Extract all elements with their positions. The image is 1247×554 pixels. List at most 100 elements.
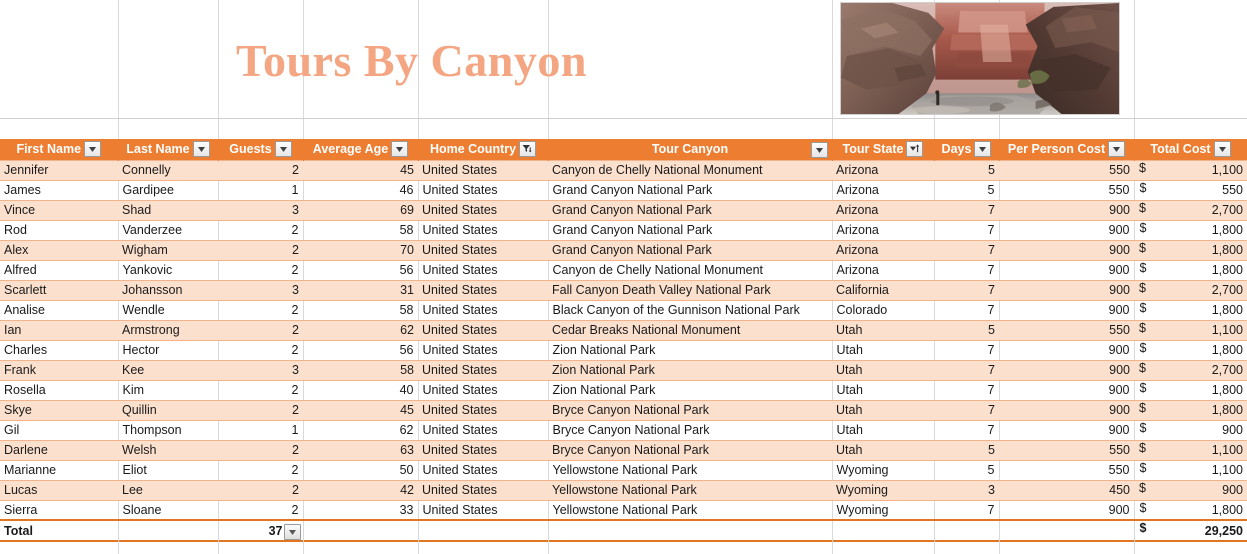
amount-value: 1,800 (1211, 383, 1243, 397)
cell-home-country: United States (418, 319, 548, 341)
cell-last-name: Vanderzee (118, 219, 219, 241)
cell-tour-canyon: Black Canyon of the Gunnison National Pa… (548, 299, 833, 321)
cell-per-person-cost: 450 (999, 479, 1134, 501)
table-row: Marianne Eliot 2 50 United States Yellowstone… (0, 459, 1247, 481)
cell-home-country: United States (418, 279, 548, 301)
column-header-home-country[interactable]: Home Country (418, 139, 549, 160)
total-row: Total 37 $ 29,250 (0, 519, 1247, 542)
cell-guests: 2 (218, 379, 304, 401)
table-row: Alex Wigham 2 70 United States Grand Canyon N… (0, 239, 1247, 261)
gridline-vertical (934, 540, 935, 554)
column-header-last-name[interactable]: Last Name (118, 139, 219, 160)
cell-tour-canyon: Grand Canyon National Park (548, 179, 833, 201)
cell-first-name: James (0, 179, 119, 201)
column-header-label: First Name (16, 142, 82, 157)
filter-dropdown-icon[interactable] (391, 141, 409, 158)
cell-first-name: Rod (0, 219, 119, 241)
column-header-label: Last Name (126, 142, 190, 157)
table-row: Rod Vanderzee 2 58 United States Grand Canyon… (0, 219, 1247, 241)
filter-active-icon[interactable] (519, 141, 537, 158)
filter-dropdown-icon[interactable] (274, 141, 292, 158)
column-header-per-person-cost[interactable]: Per Person Cost (999, 139, 1135, 160)
cell-tour-canyon: Grand Canyon National Park (548, 219, 833, 241)
cell-average-age: 70 (303, 239, 418, 261)
cell-last-name: Wendle (118, 299, 219, 321)
cell-last-name: Shad (118, 199, 218, 221)
cell-first-name: Marianne (0, 459, 119, 481)
gridline-vertical (548, 540, 549, 554)
cell-tour-canyon: Fall Canyon Death Valley National Park (548, 279, 832, 301)
cell-guests: 3 (218, 199, 303, 221)
cell-guests: 2 (218, 499, 304, 521)
cell-home-country: United States (418, 399, 548, 421)
cell-home-country: United States (418, 179, 549, 201)
cell-per-person-cost: 550 (999, 179, 1135, 201)
filter-dropdown-icon[interactable] (810, 142, 828, 158)
gridline-vertical (999, 119, 1000, 140)
cell-tour-canyon: Zion National Park (548, 339, 833, 361)
cell-tour-canyon: Cedar Breaks National Monument (548, 319, 832, 341)
table-row: Alfred Yankovic 2 56 United States Canyon de … (0, 259, 1247, 281)
cell-tour-canyon: Yellowstone National Park (548, 459, 833, 481)
amount-value: 1,800 (1211, 403, 1243, 417)
cell-last-name: Quillin (118, 399, 218, 421)
cell-last-name: Johansson (118, 279, 218, 301)
currency-symbol: $ (1139, 280, 1146, 295)
amount-value: 2,700 (1211, 363, 1243, 377)
gridline-vertical (118, 119, 119, 140)
table-row: Charles Hector 2 56 United States Zion Nation… (0, 339, 1247, 361)
cell-total-cost: $1,100 (1134, 459, 1247, 481)
cell-guests: 3 (218, 359, 303, 381)
table-row: Ian Armstrong 2 62 United States Cedar Breaks… (0, 319, 1247, 341)
cell-total-cost: $1,800 (1134, 239, 1247, 261)
filter-dropdown-icon[interactable] (84, 141, 102, 158)
cell-first-name: Vince (0, 199, 118, 221)
filter-dropdown-icon[interactable] (1213, 141, 1231, 158)
column-header-label: Per Person Cost (1007, 142, 1106, 157)
filter-dropdown-icon[interactable] (1108, 141, 1126, 158)
cell-tour-state: Colorado (832, 299, 935, 321)
column-header-total-cost[interactable]: Total Cost (1134, 139, 1247, 160)
cell-days: 5 (934, 319, 999, 341)
cell-average-age: 62 (303, 419, 419, 441)
sort-ascending-icon[interactable] (906, 141, 924, 158)
cell-guests: 2 (218, 239, 303, 261)
cell-tour-canyon: Grand Canyon National Park (548, 239, 832, 261)
gridline-vertical (1134, 119, 1135, 140)
currency-symbol: $ (1139, 160, 1146, 175)
cell-per-person-cost: 900 (999, 259, 1135, 281)
column-header-guests[interactable]: Guests (218, 139, 304, 160)
cell-first-name: Alfred (0, 259, 119, 281)
column-header-average-age[interactable]: Average Age (303, 139, 419, 160)
filter-dropdown-icon[interactable] (192, 141, 210, 158)
cell-last-name: Connelly (118, 159, 218, 181)
column-header-days[interactable]: Days (934, 139, 1000, 160)
cell-tour-canyon: Bryce Canyon National Park (548, 419, 833, 441)
cell-tour-state: Utah (832, 439, 934, 461)
filter-dropdown-icon[interactable] (974, 141, 992, 158)
cell-per-person-cost: 550 (999, 319, 1134, 341)
gridline-vertical (999, 540, 1000, 554)
column-header-tour-canyon[interactable]: Tour Canyon (548, 139, 833, 160)
cell-per-person-cost: 900 (999, 419, 1135, 441)
table-row: Sierra Sloane 2 33 United States Yellowstone … (0, 499, 1247, 521)
cell-total-cost: $1,100 (1134, 439, 1247, 461)
cell-total-cost: $900 (1134, 419, 1247, 441)
total-dropdown-icon[interactable] (283, 524, 301, 540)
cell-per-person-cost: 900 (999, 299, 1135, 321)
cell-guests: 2 (218, 439, 303, 461)
cell-home-country: United States (418, 499, 549, 521)
cell-home-country: United States (418, 359, 548, 381)
column-header-tour-state[interactable]: Tour State (832, 139, 935, 160)
cell-home-country: United States (418, 379, 549, 401)
cell-first-name: Analise (0, 299, 119, 321)
cell-tour-state: Wyoming (832, 479, 934, 501)
cell-home-country: United States (418, 219, 549, 241)
cell-last-name: Wigham (118, 239, 218, 261)
table-body: Jennifer Connelly 2 45 United States Canyon d… (0, 159, 1247, 521)
cell-average-age: 62 (303, 319, 418, 341)
table-row: Scarlett Johansson 3 31 United States Fall Ca… (0, 279, 1247, 301)
cell-last-name: Thompson (118, 419, 219, 441)
currency-symbol: $ (1139, 500, 1147, 515)
column-header-first-name[interactable]: First Name (0, 139, 119, 160)
